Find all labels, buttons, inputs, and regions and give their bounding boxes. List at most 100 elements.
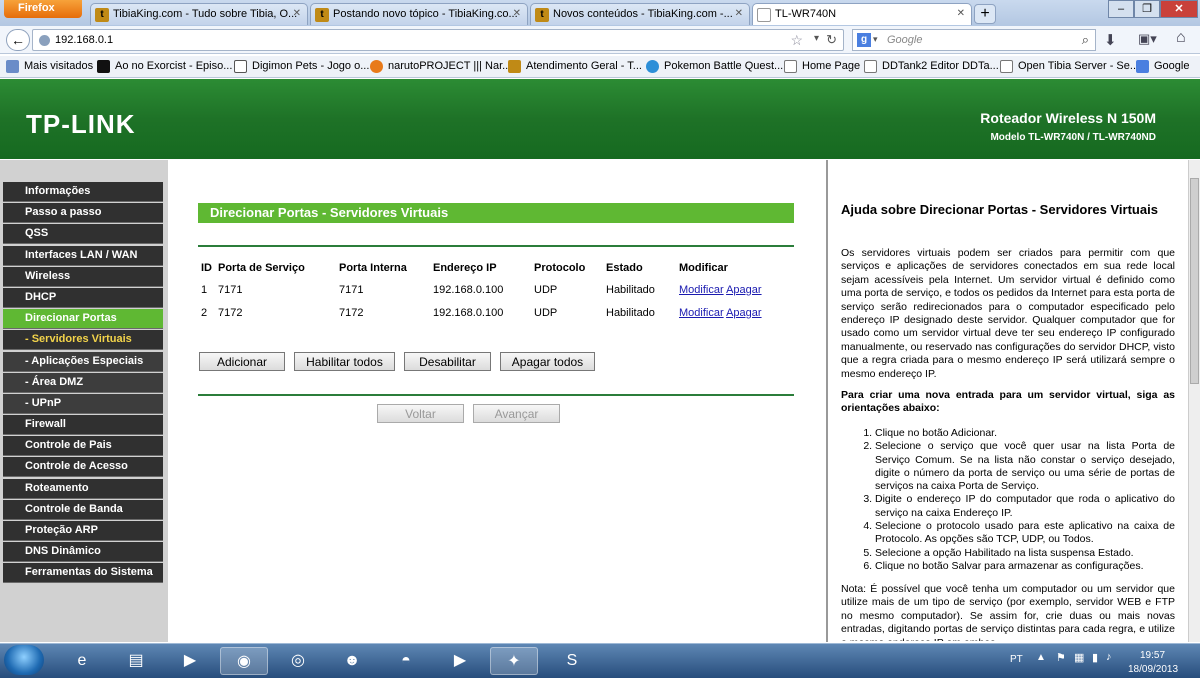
bookmark-item[interactable]: Pokemon Battle Quest... [646,60,783,73]
menu-item-direcionar-portas[interactable]: Direcionar Portas [3,309,163,330]
delete-all-button[interactable]: Apagar todos [500,352,595,371]
site-icon [370,60,383,73]
disable-all-button[interactable]: Desabilitar [404,352,491,371]
maximize-button[interactable]: ❐ [1134,0,1160,18]
bookmark-star-icon[interactable]: ☆ [790,32,803,49]
help-note: Nota: É possível que você tenha um compu… [841,583,1175,641]
bookmark-label: Google [1154,60,1190,72]
site-icon [646,60,659,73]
firefox-menu-button[interactable]: Firefox [4,0,82,18]
menu-item-controle-de-pais[interactable]: Controle de Pais [3,436,163,457]
menu-item-firewall[interactable]: Firewall [3,415,163,436]
explorer-icon[interactable]: ▤ [112,647,160,675]
google-icon[interactable]: g [857,33,871,47]
add-button[interactable]: Adicionar [199,352,285,371]
menu-item-controle-de-banda[interactable]: Controle de Banda [3,499,163,520]
page-icon [1000,60,1013,73]
media-player-icon[interactable]: ▶ [166,647,214,675]
menu-item-wireless[interactable]: Wireless [3,266,163,287]
tray-arrow-icon[interactable]: ▲ [1036,652,1046,663]
modify-link[interactable]: Modificar [679,284,724,296]
bookmark-label: Home Page [802,60,861,72]
browser-tab[interactable]: t Postando novo tópico - TibiaKing.co...… [310,3,528,25]
menu-item-interfaces[interactable]: Interfaces LAN / WAN [3,245,163,266]
menu-item-controle-de-acesso[interactable]: Controle de Acesso [3,457,163,478]
folder-icon [6,60,19,73]
volume-icon[interactable]: ♪ [1106,651,1112,663]
download-icon[interactable]: ⬇ [1104,31,1117,49]
close-tab-icon[interactable]: ✕ [957,8,965,19]
search-input[interactable]: g ▾ Google ⌕ [852,29,1096,51]
search-icon[interactable]: ⌕ [1082,32,1089,48]
scrollbar-thumb[interactable] [1190,178,1199,384]
tab-label: TibiaKing.com - Tudo sobre Tibia, O... [113,8,298,20]
delete-link[interactable]: Apagar [726,284,761,296]
cell-id: 2 [201,306,208,319]
bookmark-item[interactable]: Home Page [784,60,861,73]
modify-link[interactable]: Modificar [679,307,724,319]
menu-item-roteamento[interactable]: Roteamento [3,478,163,499]
ie-icon[interactable]: e [58,647,106,675]
network-icon[interactable]: ▦ [1074,651,1084,664]
menu-item-aplicacoes-especiais[interactable]: - Aplicações Especiais [3,351,163,372]
bookmark-item[interactable]: Digimon Pets - Jogo o... [234,60,369,73]
bookmark-label: Open Tibia Server - Se... [1018,60,1140,72]
video-app-icon[interactable]: ▶ [436,647,484,675]
back-button[interactable]: ← [6,29,30,51]
close-tab-icon[interactable]: ✕ [735,8,743,19]
next-page-button[interactable]: Avançar [473,404,560,423]
close-tab-icon[interactable]: ✕ [513,8,521,19]
tibiaking-favicon-icon [508,60,521,73]
menu-item-servidores-virtuais[interactable]: - Servidores Virtuais [3,330,163,351]
game-app-icon[interactable]: ☻ [328,647,376,675]
bookmark-item[interactable]: DDTank2 Editor DDTa... [864,60,999,73]
menu-item-protecao-arp[interactable]: Proteção ARP [3,521,163,541]
menu-item-upnp[interactable]: - UPnP [3,393,163,414]
pokeball-icon[interactable]: ◓ [382,647,430,675]
clock-time[interactable]: 19:57 [1140,650,1165,661]
cell-ip: 192.168.0.100 [433,306,504,319]
bookmark-item[interactable]: Open Tibia Server - Se... [1000,60,1140,73]
flag-icon[interactable]: ⚑ [1056,651,1066,664]
menu-item-dns-dinamico[interactable]: DNS Dinâmico [3,542,163,563]
close-window-button[interactable]: ✕ [1160,0,1198,18]
help-step: Selecione o serviço que você quer usar n… [875,440,1175,493]
reload-icon[interactable]: ↻ [826,32,837,48]
menu-item-informacoes[interactable]: Informações [3,182,163,202]
bookmark-item[interactable]: narutoPROJECT ||| Nar... [370,60,511,73]
home-icon[interactable]: ⌂ [1176,29,1186,47]
start-button[interactable] [4,645,44,675]
close-tab-icon[interactable]: ✕ [293,8,301,19]
search-engine-dropdown-icon[interactable]: ▾ [873,34,878,45]
tool-app-icon[interactable]: ✦ [490,647,538,675]
menu-item-passo-a-passo[interactable]: Passo a passo [3,203,163,224]
back-page-button[interactable]: Voltar [377,404,464,423]
browser-tab[interactable]: t TibiaKing.com - Tudo sobre Tibia, O...… [90,3,308,25]
menu-item-area-dmz[interactable]: - Área DMZ [3,372,163,393]
skype-icon[interactable]: S [548,647,596,675]
bookmark-item[interactable]: Mais visitados [6,60,93,73]
language-indicator[interactable]: PT [1010,654,1023,665]
address-bar[interactable]: 192.168.0.1 ☆ ▾ ↻ [32,29,844,51]
bookmark-item[interactable]: Ao no Exorcist - Episo... [97,60,232,73]
menu-item-dhcp[interactable]: DHCP [3,287,163,308]
menu-item-qss[interactable]: QSS [3,224,163,245]
browser-tab[interactable]: t Novos conteúdos - TibiaKing.com -... ✕ [530,3,750,25]
bookmark-item[interactable]: Atendimento Geral - T... [508,60,642,73]
minimize-button[interactable]: – [1108,0,1134,18]
firefox-icon[interactable]: ◉ [220,647,268,675]
menu-item-ferramentas[interactable]: Ferramentas do Sistema [3,563,163,584]
dropdown-arrow-icon[interactable]: ▾ [814,33,819,44]
new-tab-button[interactable]: + [974,4,996,24]
bookmark-item[interactable]: Google [1136,60,1190,73]
battery-icon[interactable]: ▮ [1092,651,1098,664]
virtual-servers-table: ID Porta de Serviço Porta Interna Endere… [198,258,788,324]
chrome-icon[interactable]: ◎ [274,647,322,675]
tp-link-logo: TP-LINK [26,109,136,139]
delete-link[interactable]: Apagar [726,307,761,319]
screen-icon[interactable]: ▣▾ [1138,31,1157,47]
browser-tab-active[interactable]: TL-WR740N ✕ [752,3,972,25]
search-placeholder: Google [887,34,923,46]
clock-date[interactable]: 18/09/2013 [1128,664,1178,675]
enable-all-button[interactable]: Habilitar todos [294,352,395,371]
